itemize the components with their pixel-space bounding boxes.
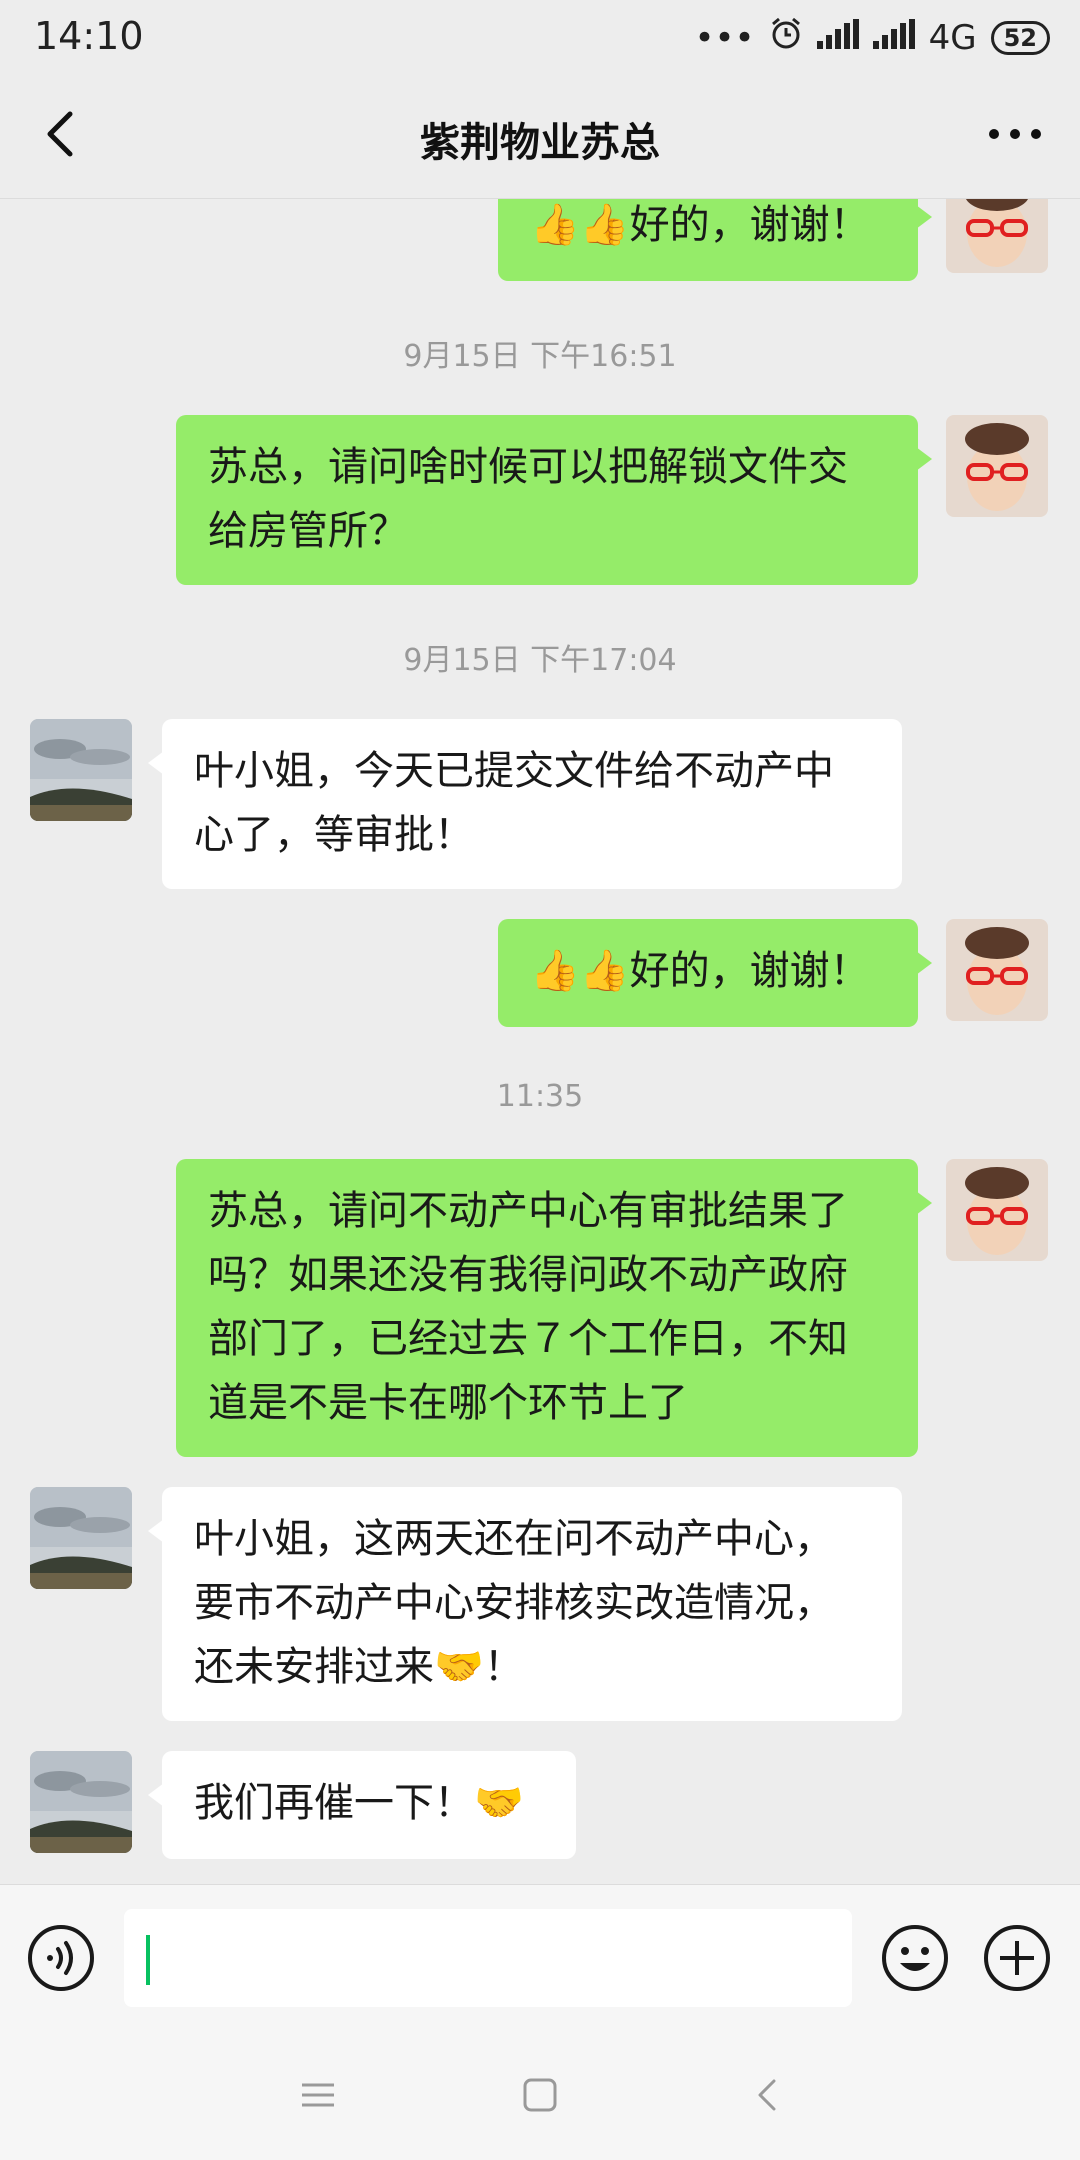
network-type: 4G [928,17,977,58]
message-text: 👍👍好的，谢谢！ [530,948,870,994]
avatar-self[interactable] [946,199,1048,273]
message-text: 👍👍好的，谢谢！ [530,202,870,248]
plus-icon[interactable] [982,1923,1052,1993]
message-input[interactable] [124,1909,852,2007]
input-bar [0,1884,1080,2031]
message-bubble[interactable]: 叶小姐，这两天还在问不动产中心，要市不动产中心安排核实改造情况，还未安排过来🤝！ [148,1487,902,1721]
chat-header: 紫荆物业苏总 [0,76,1080,199]
message-timestamp: 9月15日 下午16:51 [403,339,677,374]
system-nav-bar [0,2031,1080,2160]
avatar-contact[interactable] [30,719,132,821]
message-bubble[interactable]: 👍👍好的，谢谢！ [498,199,932,281]
battery-icon: 52 [990,20,1050,55]
message-bubble[interactable]: 苏总，请问啥时候可以把解锁文件交给房管所？ [176,415,932,585]
voice-icon[interactable] [26,1923,96,1993]
message-text: 叶小姐，今天已提交文件给不动产中心了，等审批！ [194,748,834,858]
back-icon[interactable] [748,2075,788,2115]
message-text: 苏总，请问不动产中心有审批结果了吗？如果还没有我得问政不动产政府部门了，已经过去… [208,1188,848,1426]
message-timestamp: 9月15日 下午17:04 [403,643,677,678]
home-icon[interactable] [520,2075,560,2115]
avatar-self[interactable] [946,415,1048,517]
more-status-icon: ••• [694,17,755,58]
message-bubble[interactable]: 我们再催一下！🤝 [148,1751,576,1859]
message-text: 叶小姐，这两天还在问不动产中心，要市不动产中心安排核实改造情况，还未安排过来🤝！ [194,1516,834,1690]
more-dots-icon[interactable] [980,104,1050,164]
message-bubble[interactable]: 叶小姐，今天已提交文件给不动产中心了，等审批！ [148,719,902,889]
status-icons: ••• 4G 52 [694,16,1050,59]
message-text: 苏总，请问啥时候可以把解锁文件交给房管所？ [208,444,848,554]
avatar-contact[interactable] [30,1487,132,1589]
text-cursor [146,1935,150,1985]
chat-title: 紫荆物业苏总 [420,120,660,166]
avatar-self[interactable] [946,1159,1048,1261]
signal-icon [816,18,859,58]
emoji-icon[interactable] [880,1923,950,1993]
message-timestamp: 11:35 [496,1079,584,1114]
menu-icon[interactable] [298,2075,338,2115]
chat-area[interactable]: 👍👍好的，谢谢！ 9月15日 下午16:51 苏总，请问啥时候可以把解锁文件交给… [0,199,1080,1883]
signal-icon-2 [872,18,915,58]
avatar-contact[interactable] [30,1751,132,1853]
message-bubble[interactable]: 👍👍好的，谢谢！ [498,919,932,1027]
status-time: 14:10 [34,14,144,58]
status-bar: 14:10 ••• 4G 52 [0,0,1080,76]
avatar-self[interactable] [946,919,1048,1021]
alarm-icon [769,16,803,59]
message-text: 我们再催一下！🤝 [194,1780,524,1826]
message-bubble[interactable]: 苏总，请问不动产中心有审批结果了吗？如果还没有我得问政不动产政府部门了，已经过去… [176,1159,932,1457]
